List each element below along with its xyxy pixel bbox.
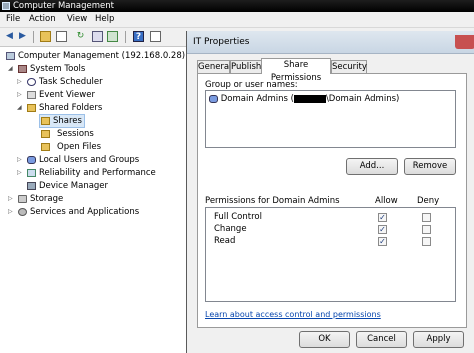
add-button[interactable]: Add... xyxy=(346,158,398,175)
computer-icon xyxy=(6,52,15,60)
allow-checkbox-read[interactable]: ✓ xyxy=(378,237,387,246)
tree-item-label: Storage xyxy=(30,194,64,204)
menu-help[interactable]: Help xyxy=(95,14,114,24)
permission-name: Full Control xyxy=(214,212,262,222)
shared-folder-icon xyxy=(27,104,36,112)
performance-icon xyxy=(27,169,36,177)
tree-item-label: Sessions xyxy=(57,129,94,139)
tab-general[interactable]: General xyxy=(197,60,232,73)
allow-checkbox-full-control[interactable]: ✓ xyxy=(378,213,387,222)
open-files-icon xyxy=(41,143,50,151)
deny-checkbox-change[interactable] xyxy=(422,225,431,234)
list-item[interactable]: Domain Admins ( \Domain Admins) xyxy=(209,94,399,104)
allow-checkbox-change[interactable]: ✓ xyxy=(378,225,387,234)
expand-arrow-icon[interactable]: ▷ xyxy=(17,76,25,88)
expand-arrow-icon[interactable]: ▷ xyxy=(17,89,25,101)
allow-header: Allow xyxy=(375,196,398,206)
expand-arrow-icon[interactable]: ◢ xyxy=(8,63,16,75)
tree-item-shares[interactable]: Shares xyxy=(39,114,85,128)
properties-dialog: IT Properties General Publish Share Perm… xyxy=(186,31,474,353)
permissions-label: Permissions for Domain Admins xyxy=(205,196,340,206)
group-list[interactable]: Domain Admins ( \Domain Admins) xyxy=(205,90,456,148)
tree-item-label: Shared Folders xyxy=(39,103,103,113)
back-icon[interactable]: ◀ xyxy=(4,31,15,42)
toolbar-separator xyxy=(125,31,126,43)
tree-item-label: System Tools xyxy=(30,64,86,74)
tree-item-label: Local Users and Groups xyxy=(39,155,140,165)
export-icon[interactable] xyxy=(92,31,103,42)
deny-checkbox-full-control[interactable] xyxy=(422,213,431,222)
menu-bar: File Action View Help xyxy=(0,12,474,28)
close-icon[interactable] xyxy=(455,35,474,49)
expand-arrow-icon[interactable]: ▷ xyxy=(17,154,25,166)
console-tree: Computer Management (192.168.0.28) ◢ Sys… xyxy=(0,47,187,353)
apply-button[interactable]: Apply xyxy=(413,331,464,348)
refresh-icon[interactable]: ↻ xyxy=(75,31,86,42)
tree-item-label: Task Scheduler xyxy=(39,77,103,87)
tab-security[interactable]: Security xyxy=(331,60,367,73)
services-icon xyxy=(18,208,27,216)
access-control-help-link[interactable]: Learn about access control and permissio… xyxy=(205,310,381,319)
deny-checkbox-read[interactable] xyxy=(422,237,431,246)
sessions-icon xyxy=(41,130,50,138)
menu-action[interactable]: Action xyxy=(29,14,56,24)
share-icon xyxy=(41,117,50,125)
group-name-suffix: \Domain Admins) xyxy=(325,94,400,104)
deny-header: Deny xyxy=(417,196,440,206)
main-title-bar[interactable]: Computer Management xyxy=(0,0,474,12)
redaction-bar xyxy=(293,94,326,103)
tree-item-label: Shares xyxy=(53,116,82,126)
action-pane-icon[interactable] xyxy=(150,31,161,42)
dialog-title: IT Properties xyxy=(193,37,250,47)
up-folder-icon[interactable] xyxy=(40,31,51,42)
event-log-icon xyxy=(27,91,36,99)
forward-icon[interactable]: ▶ xyxy=(17,31,28,42)
cancel-button[interactable]: Cancel xyxy=(356,331,407,348)
tree-item-label: Open Files xyxy=(57,142,102,152)
computer-management-icon xyxy=(2,2,10,10)
table-row: Change ✓ xyxy=(206,224,455,236)
menu-view[interactable]: View xyxy=(67,14,87,24)
device-manager-icon xyxy=(27,182,36,190)
expand-arrow-icon[interactable]: ▷ xyxy=(17,167,25,179)
help-icon[interactable]: ? xyxy=(133,31,144,42)
table-row: Read ✓ xyxy=(206,236,455,248)
permission-name: Read xyxy=(214,236,236,246)
tab-publish[interactable]: Publish xyxy=(230,60,262,73)
tree-root-label: Computer Management (192.168.0.28) xyxy=(18,51,186,61)
storage-icon xyxy=(18,195,27,203)
permissions-list: Full Control ✓ Change ✓ Read ✓ xyxy=(205,207,456,302)
clock-icon xyxy=(27,78,36,86)
group-name-prefix: Domain Admins ( xyxy=(220,94,294,104)
window-title: Computer Management xyxy=(13,1,114,11)
toolbar-separator xyxy=(33,31,34,43)
tree-item-label: Reliability and Performance xyxy=(39,168,156,178)
users-icon xyxy=(27,156,36,164)
expand-arrow-icon[interactable]: ▷ xyxy=(8,206,16,218)
group-icon xyxy=(209,94,218,103)
expand-arrow-icon[interactable]: ▷ xyxy=(8,193,16,205)
tree-item-label: Device Manager xyxy=(39,181,109,191)
menu-file[interactable]: File xyxy=(6,14,20,24)
tree-item-label: Services and Applications xyxy=(30,207,140,217)
tools-icon xyxy=(18,65,27,73)
properties-icon[interactable] xyxy=(107,31,118,42)
tab-share-permissions[interactable]: Share Permissions xyxy=(261,58,331,83)
dialog-title-bar[interactable]: IT Properties xyxy=(187,31,474,54)
ok-button[interactable]: OK xyxy=(299,331,350,348)
share-permissions-panel: Group or user names: Domain Admins (\Dom… xyxy=(197,73,467,328)
table-row: Full Control ✓ xyxy=(206,212,455,224)
remove-button[interactable]: Remove xyxy=(404,158,456,175)
permission-name: Change xyxy=(214,224,247,234)
show-tree-icon[interactable] xyxy=(56,31,67,42)
expand-arrow-icon[interactable]: ◢ xyxy=(17,102,25,114)
tree-item-label: Event Viewer xyxy=(39,90,95,100)
